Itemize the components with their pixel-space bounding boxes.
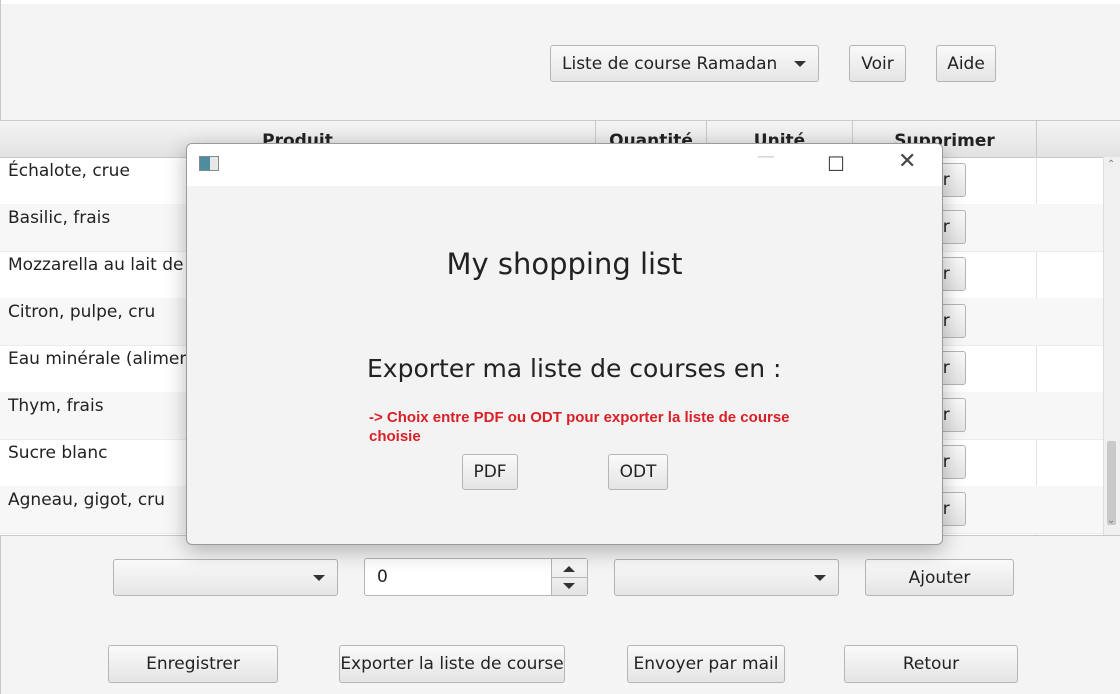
decrement-icon[interactable]: [563, 583, 575, 589]
product-name: Sucre blanc: [8, 443, 108, 463]
export-dialog: — ☐ ✕ My shopping list Exporter ma liste…: [186, 143, 943, 545]
export-list-button[interactable]: Exporter la liste de course: [339, 645, 565, 683]
unit-select[interactable]: [614, 559, 839, 596]
pdf-button[interactable]: PDF: [462, 454, 518, 490]
save-button[interactable]: Enregistrer: [108, 645, 278, 683]
close-icon[interactable]: ✕: [898, 149, 916, 174]
send-mail-button[interactable]: Envoyer par mail: [627, 645, 785, 683]
quantity-value[interactable]: 0: [377, 567, 388, 587]
minimize-icon[interactable]: —: [757, 146, 775, 167]
app-icon: [199, 156, 219, 171]
stepper-buttons: [551, 559, 587, 595]
quantity-stepper[interactable]: 0: [364, 558, 588, 596]
window-top-edge: [0, 0, 1120, 4]
aide-button[interactable]: Aide: [936, 45, 996, 82]
product-name: Thym, frais: [8, 396, 104, 416]
add-button[interactable]: Ajouter: [865, 559, 1014, 596]
scroll-down-icon[interactable]: ⌄: [1107, 515, 1115, 526]
odt-button[interactable]: ODT: [608, 454, 668, 490]
table-scrollbar[interactable]: ⌃ ⌄: [1103, 157, 1120, 535]
dialog-heading: My shopping list: [446, 247, 683, 281]
voir-button[interactable]: Voir: [849, 45, 906, 82]
shopping-list-select[interactable]: Liste de course Ramadan: [550, 45, 819, 82]
product-select[interactable]: [113, 559, 338, 596]
stepper-divider: [552, 577, 587, 578]
scrollbar-thumb[interactable]: [1107, 441, 1116, 525]
shopping-list-select-value: Liste de course Ramadan: [562, 53, 778, 74]
chevron-down-icon: [794, 60, 806, 67]
product-name: Eau minérale (aliment: [8, 349, 197, 369]
product-name: Mozzarella au lait de v: [8, 255, 199, 275]
maximize-icon[interactable]: ☐: [827, 152, 845, 176]
product-name: Citron, pulpe, cru: [8, 302, 156, 322]
back-button[interactable]: Retour: [844, 645, 1018, 683]
export-label: Exporter ma liste de courses en :: [367, 354, 782, 383]
increment-icon[interactable]: [563, 566, 575, 572]
product-name: Agneau, gigot, cru: [8, 490, 165, 510]
product-name: Échalote, crue: [8, 161, 130, 181]
chevron-down-icon: [814, 574, 826, 581]
product-name: Basilic, frais: [8, 208, 111, 228]
dialog-titlebar[interactable]: — ☐ ✕: [187, 144, 942, 186]
chevron-down-icon: [313, 574, 325, 581]
export-hint: -> Choix entre PDF ou ODT pour exporter …: [369, 409, 790, 445]
scroll-up-icon[interactable]: ⌃: [1107, 159, 1115, 170]
